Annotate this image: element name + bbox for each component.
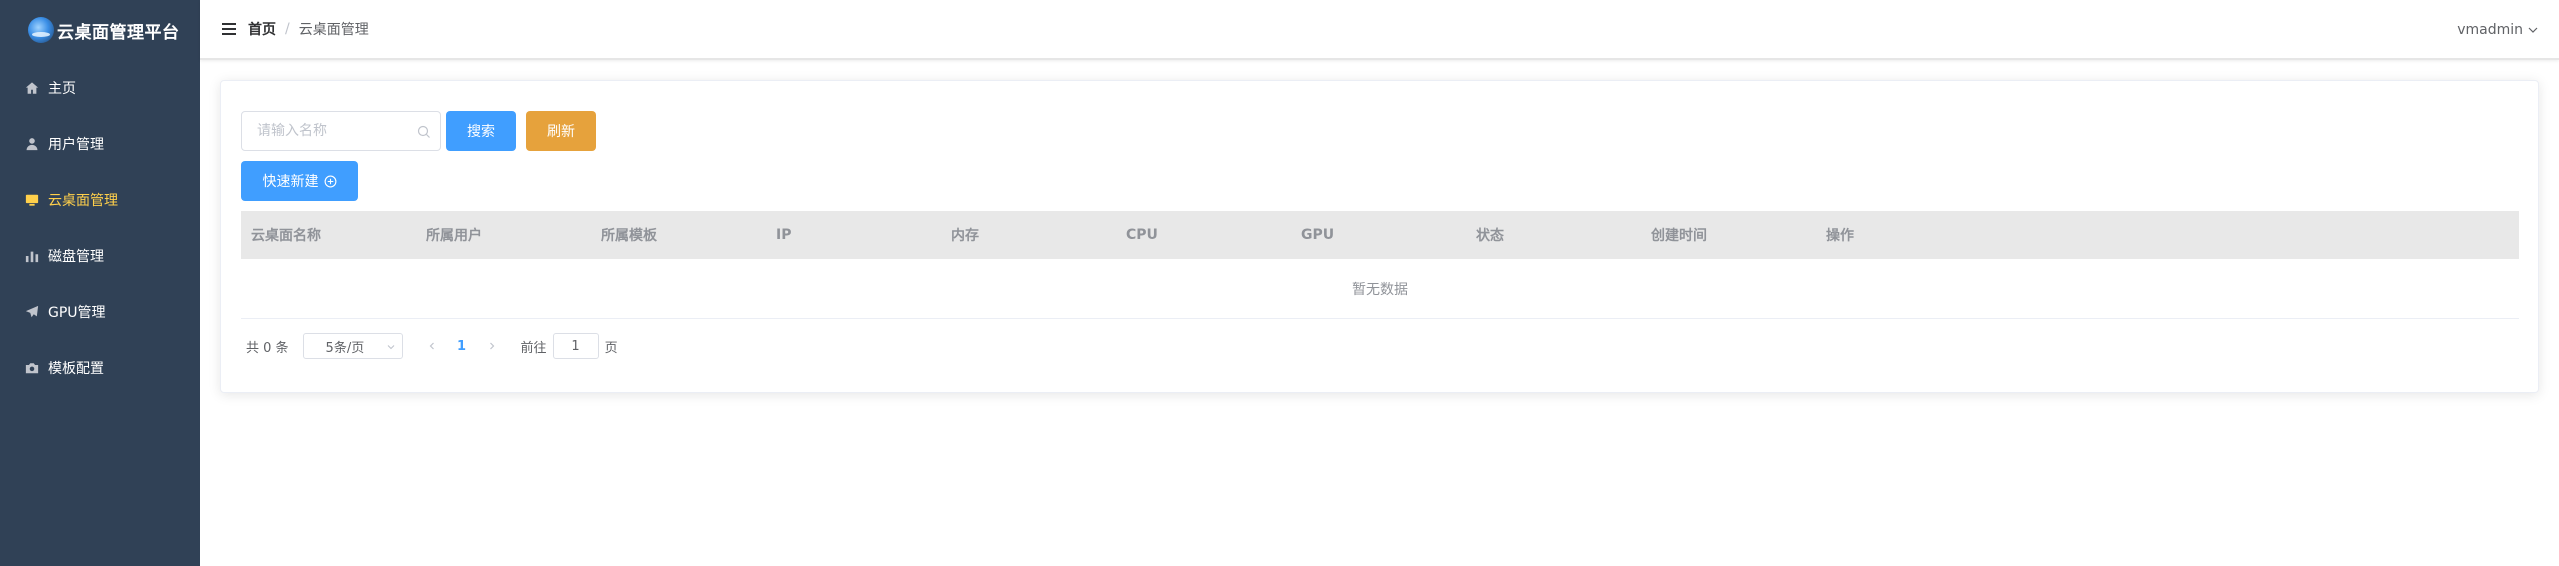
goto-suffix: 页 [604,340,618,356]
search-input[interactable] [242,112,440,150]
top-header: 首页 / 云桌面管理 vmadmin [200,0,2559,60]
page-size-select[interactable]: 5条/页 [302,333,403,359]
user-icon [25,137,39,151]
monitor-icon [25,193,39,207]
sidebar-item-label: 主页 [48,81,76,97]
goto-page-input[interactable] [552,333,599,359]
column-header-gpu: GPU [1301,227,1335,243]
chevron-down-icon [2528,27,2538,33]
quick-new-label: 快速新建 [262,174,319,190]
quick-new-button[interactable]: 快速新建 [241,161,358,201]
column-header-ip: IP [776,227,792,243]
user-dropdown[interactable]: vmadmin [2457,0,2539,60]
app-logo[interactable]: 云桌面管理平台 [0,0,200,60]
sidebar-item-label: 云桌面管理 [48,193,118,209]
toolbar: 搜索 刷新 [241,111,596,151]
chevron-right-icon [489,342,494,350]
username: vmadmin [2457,22,2523,38]
home-icon [25,81,39,95]
content-card: 搜索 刷新 快速新建 云桌面名称 所属用户 所属模板 IP 内存 CPU GPU… [220,80,2539,393]
column-header-cpu: CPU [1126,227,1158,243]
pagination-total: 共 0 条 [246,340,289,356]
goto-prefix: 前往 [520,340,547,356]
table-empty-text: 暂无数据 [241,259,2519,319]
column-header-template: 所属模板 [601,228,657,244]
sidebar-menu: 主页 用户管理 云桌面管理 磁盘管理 GPU管理 模板配置 [0,60,200,396]
search-icon [417,125,430,138]
sidebar-item-label: 模板配置 [48,361,104,377]
column-header-name: 云桌面名称 [251,228,321,244]
page-number[interactable]: 1 [447,333,477,359]
breadcrumb-home[interactable]: 首页 [248,19,276,39]
goto-page: 前往 页 [521,333,618,359]
search-button[interactable]: 搜索 [446,111,516,151]
column-header-user: 所属用户 [426,228,482,244]
refresh-button[interactable]: 刷新 [526,111,596,151]
column-header-memory: 内存 [951,228,979,244]
sidebar-item-disk[interactable]: 磁盘管理 [0,228,200,284]
sidebar-item-users[interactable]: 用户管理 [0,116,200,172]
breadcrumb: 首页 / 云桌面管理 [248,19,369,39]
pagination: 共 0 条 5条/页 1 前往 页 [246,333,618,359]
cloud-logo-icon [28,17,54,43]
cloud-desktop-table: 云桌面名称 所属用户 所属模板 IP 内存 CPU GPU 状态 创建时间 操作… [241,211,2519,319]
sidebar: 云桌面管理平台 主页 用户管理 云桌面管理 磁盘管理 GPU管理 模板配置 [0,0,200,566]
sidebar-item-home[interactable]: 主页 [0,60,200,116]
camera-icon [25,361,39,375]
sidebar-item-cloud-desktop[interactable]: 云桌面管理 [0,172,200,228]
sidebar-item-gpu[interactable]: GPU管理 [0,284,200,340]
bar-chart-icon [25,249,39,263]
paper-plane-icon [25,305,39,319]
column-header-created: 创建时间 [1651,228,1707,244]
breadcrumb-current: 云桌面管理 [298,22,369,38]
sidebar-item-label: 用户管理 [48,137,104,153]
column-header-status: 状态 [1476,228,1504,244]
sidebar-item-template[interactable]: 模板配置 [0,340,200,396]
chevron-left-icon [429,342,434,350]
next-page-button[interactable] [477,333,507,359]
plus-circle-icon [324,175,336,187]
breadcrumb-separator: / [285,21,290,37]
prev-page-button[interactable] [417,333,447,359]
hamburger-menu-icon[interactable] [222,23,236,35]
sidebar-item-label: GPU管理 [48,305,106,321]
search-box [241,111,441,151]
page-size-value: 5条/页 [325,340,365,356]
chevron-down-icon [387,345,394,350]
app-title: 云桌面管理平台 [57,22,180,43]
sidebar-item-label: 磁盘管理 [48,249,104,265]
column-header-actions: 操作 [1826,228,1854,244]
table-header: 云桌面名称 所属用户 所属模板 IP 内存 CPU GPU 状态 创建时间 操作 [241,211,2519,259]
